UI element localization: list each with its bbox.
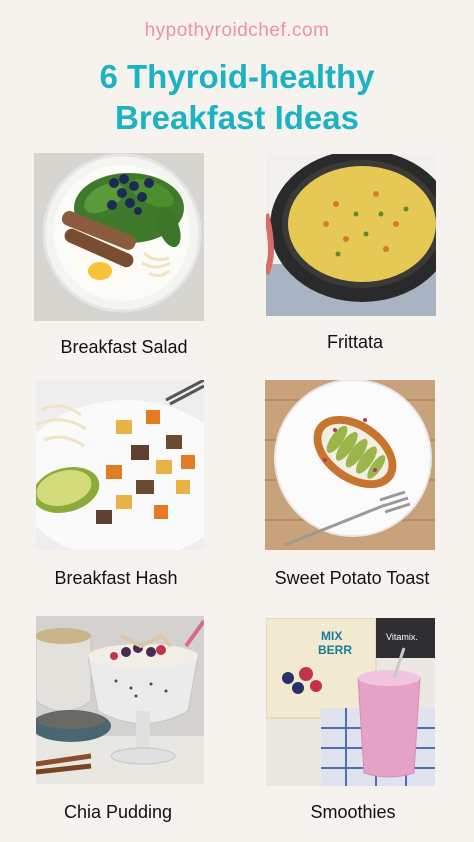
smoothies-label: Smoothies bbox=[310, 802, 396, 822]
frittata-photo bbox=[266, 154, 436, 316]
package-berry-text: BERR bbox=[318, 643, 352, 657]
chia-pudding-photo bbox=[36, 616, 204, 784]
chia-pudding-label: Chia Pudding bbox=[63, 802, 173, 822]
breakfast-salad-label: Breakfast Salad bbox=[60, 337, 188, 357]
smoothies-photo: MIX BERR Vitamix. bbox=[266, 618, 435, 786]
breakfast-hash-label: Breakfast Hash bbox=[54, 568, 178, 588]
title-line-1: 6 Thyroid-healthy bbox=[99, 58, 375, 95]
site-url[interactable]: hypothyroidchef.com bbox=[0, 20, 474, 42]
sweet-potato-toast-photo bbox=[265, 380, 435, 550]
sweet-potato-toast-label: Sweet Potato Toast bbox=[274, 568, 430, 588]
vitamix-brand-text: Vitamix. bbox=[386, 632, 418, 642]
page-title: 6 Thyroid-healthy Breakfast Ideas bbox=[0, 56, 474, 138]
frittata-label: Frittata bbox=[326, 332, 383, 352]
package-mix-text: MIX bbox=[321, 629, 342, 643]
title-line-2: Breakfast Ideas bbox=[115, 99, 359, 136]
breakfast-salad-photo bbox=[34, 153, 204, 321]
breakfast-hash-photo bbox=[36, 380, 204, 550]
